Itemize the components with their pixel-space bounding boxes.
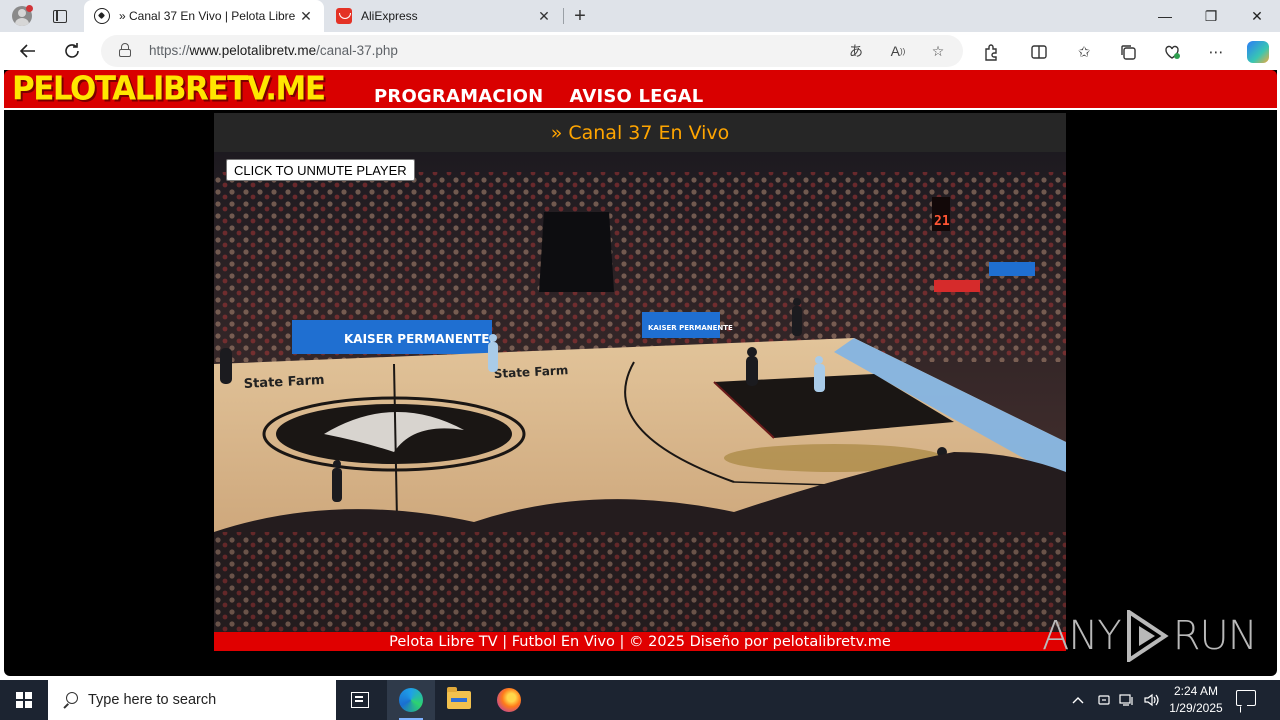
search-placeholder: Type here to search <box>88 692 217 708</box>
windows-taskbar: Type here to search 2:24 AM 1/29/2025 <box>0 680 1280 720</box>
content-column: » Canal 37 En Vivo KAISER PERMANENTE. KA… <box>214 113 1066 651</box>
browser-tab-strip: » Canal 37 En Vivo | Pelota Libre TV ✕ A… <box>0 0 1280 32</box>
security-icon[interactable] <box>1094 680 1114 720</box>
close-window-button[interactable]: ✕ <box>1234 0 1280 32</box>
anyrun-watermark: ANY RUN <box>1042 610 1258 662</box>
translate-icon[interactable]: あ <box>845 41 867 61</box>
copilot-icon[interactable] <box>1247 41 1269 63</box>
page-viewport: PELOTALIBRETV.ME PROGRAMACION AVISO LEGA… <box>0 70 1280 680</box>
tab-canal-37[interactable]: » Canal 37 En Vivo | Pelota Libre TV ✕ <box>84 0 324 32</box>
svg-text:21: 21 <box>934 214 950 229</box>
video-player[interactable]: KAISER PERMANENTE. KAISER PERMANENTE 21 <box>214 152 1066 632</box>
address-bar[interactable]: https://www.pelotalibretv.me/canal-37.ph… <box>101 35 963 67</box>
split-screen-icon[interactable] <box>1028 41 1050 63</box>
footer-text: Pelota Libre TV | Futbol En Vivo | © 202… <box>389 633 891 650</box>
browser-toolbar: https://www.pelotalibretv.me/canal-37.ph… <box>0 32 1280 70</box>
favorite-star-icon[interactable]: ☆ <box>927 41 949 61</box>
site-header: PELOTALIBRETV.ME PROGRAMACION AVISO LEGA… <box>4 70 1277 110</box>
aliexpress-icon <box>336 8 352 24</box>
nav-link-aviso-legal[interactable]: AVISO LEGAL <box>569 86 703 107</box>
task-view-icon[interactable] <box>336 680 384 720</box>
chevron-up-icon[interactable] <box>1068 680 1088 720</box>
svg-text:KAISER PERMANENTE: KAISER PERMANENTE <box>648 324 733 332</box>
tab-title: » Canal 37 En Vivo | Pelota Libre TV <box>119 9 296 23</box>
firefox-icon[interactable] <box>485 680 533 720</box>
unmute-player-button[interactable]: CLICK TO UNMUTE PLAYER <box>226 159 415 181</box>
tab-title: AliExpress <box>361 9 418 23</box>
file-explorer-icon[interactable] <box>435 680 483 720</box>
channel-title-bar: » Canal 37 En Vivo <box>214 113 1066 152</box>
close-tab-icon[interactable]: ✕ <box>296 8 316 25</box>
watermark-text-run: RUN <box>1172 613 1258 659</box>
site-nav: PROGRAMACION AVISO LEGAL <box>374 86 703 107</box>
profile-avatar-icon[interactable] <box>8 4 36 28</box>
network-icon[interactable] <box>1116 680 1138 720</box>
tab-divider <box>563 8 564 24</box>
read-aloud-icon[interactable]: A)) <box>887 41 909 61</box>
refresh-icon[interactable] <box>58 37 86 65</box>
more-icon[interactable]: ⋯ <box>1205 41 1227 63</box>
lock-icon[interactable] <box>119 43 131 57</box>
collections-icon[interactable] <box>1117 41 1139 63</box>
taskbar-clock[interactable]: 2:24 AM 1/29/2025 <box>1160 683 1232 717</box>
svg-text:KAISER PERMANENTE.: KAISER PERMANENTE. <box>344 332 494 346</box>
minimize-button[interactable]: — <box>1142 0 1188 32</box>
windows-logo-icon <box>16 692 32 708</box>
nav-link-programacion[interactable]: PROGRAMACION <box>374 86 543 107</box>
new-tab-button[interactable]: + <box>566 4 594 28</box>
extensions-icon[interactable] <box>980 41 1002 63</box>
clock-time: 2:24 AM <box>1173 684 1219 698</box>
clock-date: 1/29/2025 <box>1169 701 1223 715</box>
watermark-text-any: ANY <box>1042 613 1122 659</box>
search-icon <box>62 692 78 708</box>
tab-aliexpress[interactable]: AliExpress ✕ <box>326 0 562 32</box>
favorites-icon[interactable]: ✩ <box>1073 41 1095 63</box>
restore-button[interactable]: ❐ <box>1188 0 1234 32</box>
notification-center-icon[interactable] <box>1236 690 1256 706</box>
url-text[interactable]: https://www.pelotalibretv.me/canal-37.ph… <box>149 43 398 58</box>
channel-title: » Canal 37 En Vivo <box>550 121 730 144</box>
site-footer: Pelota Libre TV | Futbol En Vivo | © 202… <box>214 632 1066 651</box>
edge-icon[interactable] <box>387 680 435 720</box>
tab-actions-icon[interactable] <box>46 4 74 28</box>
soccer-ball-icon <box>94 8 110 24</box>
browser-essentials-icon[interactable] <box>1161 41 1183 63</box>
start-button[interactable] <box>0 680 48 720</box>
site-logo[interactable]: PELOTALIBRETV.ME <box>12 70 326 108</box>
basketball-video-frame: KAISER PERMANENTE. KAISER PERMANENTE 21 <box>214 152 1066 632</box>
volume-icon[interactable] <box>1140 680 1162 720</box>
close-tab-icon[interactable]: ✕ <box>534 8 554 25</box>
back-arrow-icon[interactable] <box>14 37 42 65</box>
page-body: PELOTALIBRETV.ME PROGRAMACION AVISO LEGA… <box>4 70 1277 676</box>
taskbar-search-box[interactable]: Type here to search <box>48 680 336 720</box>
play-triangle-icon <box>1126 610 1169 662</box>
